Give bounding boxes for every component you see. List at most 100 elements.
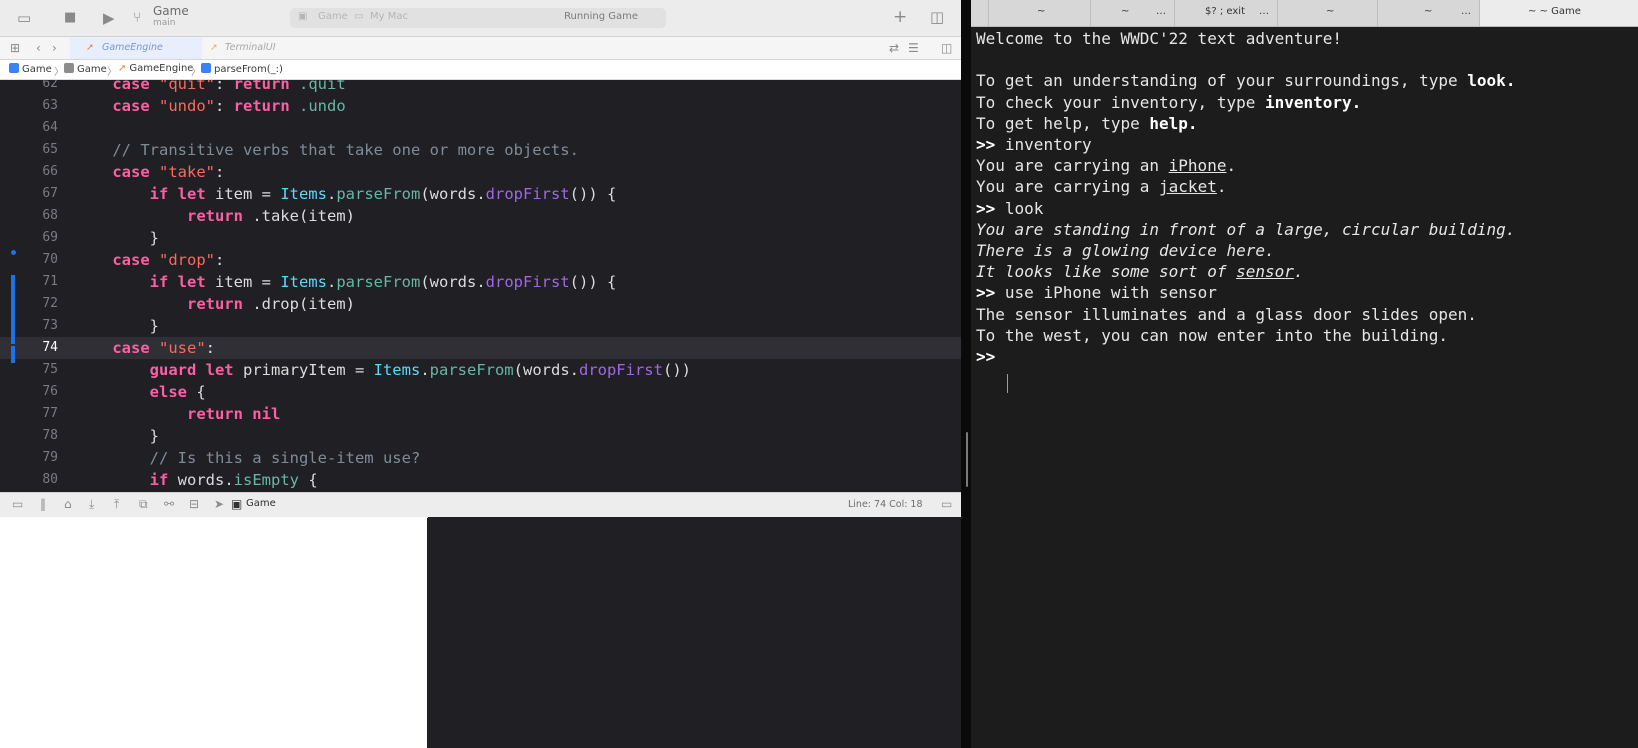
- code-line[interactable]: 64: [0, 117, 961, 139]
- back-icon[interactable]: ‹: [36, 40, 41, 56]
- grid-icon[interactable]: ⊞: [10, 40, 20, 56]
- breadcrumb-item[interactable]: Game: [9, 63, 52, 75]
- code-line[interactable]: 67 if let item = Items.parseFrom(words.d…: [0, 183, 961, 205]
- terminal-tab[interactable]: ~…: [1091, 0, 1175, 26]
- terminal-line: Welcome to the WWDC'22 text adventure!: [976, 28, 1342, 49]
- line-number: 74: [42, 340, 58, 355]
- step-out-icon[interactable]: ⤒: [114, 497, 119, 512]
- code-line[interactable]: 73 }: [0, 315, 961, 337]
- debug-target[interactable]: Game: [246, 498, 276, 509]
- environment-icon[interactable]: ⊟: [189, 497, 199, 511]
- terminal-text: The sensor illuminates and a glass door …: [976, 304, 1477, 324]
- pause-icon[interactable]: ‖: [40, 497, 46, 511]
- breadcrumb-item[interactable]: parseFrom(_:): [201, 63, 283, 75]
- debug-bar: ▭ ‖ ⌂ ⤓ ⤒ ⧉ ⚯ ⊟ ➤ ▣ Game Line: 74 Col: 1…: [0, 492, 961, 518]
- run-destination[interactable]: My Mac: [370, 11, 408, 22]
- code-line[interactable]: 63 case "undo": return .undo: [0, 95, 961, 117]
- memory-graph-icon[interactable]: ⧉: [139, 497, 148, 512]
- code-line[interactable]: 80 if words.isEmpty {: [0, 469, 961, 491]
- code-token: }: [75, 229, 159, 247]
- console-view[interactable]: [428, 517, 961, 748]
- line-number: 63: [42, 98, 58, 113]
- stop-icon[interactable]: ■: [64, 10, 76, 26]
- code-token: ()): [662, 361, 691, 379]
- code-line[interactable]: 77 return nil: [0, 403, 961, 425]
- code-token: }: [75, 427, 159, 445]
- sidebar-toggle-icon[interactable]: ▭: [17, 10, 31, 26]
- refresh-icon[interactable]: ⇄: [889, 40, 899, 56]
- code-token: guard let: [149, 361, 243, 379]
- terminal-text: To get help, type: [976, 113, 1150, 133]
- terminal-text: sensor: [1236, 262, 1294, 282]
- code-text: }: [75, 315, 159, 337]
- code-line[interactable]: 78 }: [0, 425, 961, 447]
- code-text: return .drop(item): [75, 293, 355, 315]
- line-number: 75: [42, 362, 58, 377]
- code-line[interactable]: 75 guard let primaryItem = Items.parseFr…: [0, 359, 961, 381]
- tab-gameengine[interactable]: ➚ GameEngine: [70, 37, 202, 59]
- code-token: :: [215, 97, 234, 115]
- code-token: parseFrom: [336, 273, 421, 291]
- code-line[interactable]: 76 else {: [0, 381, 961, 403]
- code-line[interactable]: 66 case "take":: [0, 161, 961, 183]
- ellipsis-icon: …: [1156, 6, 1166, 17]
- terminal-icon: ▣: [298, 11, 308, 22]
- change-bar: [11, 275, 15, 344]
- code-token: :: [215, 251, 225, 269]
- code-line[interactable]: 65 // Transitive verbs that take one or …: [0, 139, 961, 161]
- code-token: (words.: [420, 185, 486, 203]
- view-hierarchy-icon[interactable]: ⚯: [164, 497, 174, 511]
- terminal-text: .: [1216, 177, 1227, 197]
- source-editor[interactable]: 62 case "quit": return .quit 63 case "und…: [0, 80, 961, 492]
- terminal-tab[interactable]: ~…: [1378, 0, 1480, 26]
- terminal-line: It looks like some sort of sensor.: [976, 261, 1304, 282]
- code-line[interactable]: 70 case "drop":: [0, 249, 961, 271]
- add-icon[interactable]: +: [893, 9, 907, 26]
- code-line[interactable]: 72 return .drop(item): [0, 293, 961, 315]
- terminal-tab[interactable]: ~: [1278, 0, 1378, 26]
- variables-view[interactable]: [0, 517, 427, 748]
- terminal-text: There is a glowing device here.: [976, 241, 1275, 260]
- terminal-text: >>: [976, 135, 1005, 154]
- inspector-toggle-icon[interactable]: ◫: [930, 9, 944, 25]
- run-icon[interactable]: ▶: [103, 10, 115, 26]
- divider-handle[interactable]: [966, 432, 968, 487]
- terminal-text: >>: [976, 347, 1005, 366]
- breadcrumb-item[interactable]: Game: [64, 63, 107, 75]
- code-line[interactable]: 68 return .take(item): [0, 205, 961, 227]
- code-text: if words.isEmpty {: [75, 469, 318, 491]
- panel-toggle-icon[interactable]: ▭: [941, 497, 952, 511]
- location-icon[interactable]: ➤: [214, 497, 224, 511]
- code-text: return .take(item): [75, 205, 355, 227]
- text-cursor: [1007, 374, 1008, 393]
- code-line[interactable]: 79 // Is this a single-item use?: [0, 447, 961, 469]
- breadcrumb-item[interactable]: ➚ GameEngine: [118, 63, 193, 74]
- split-divider[interactable]: [961, 0, 971, 748]
- terminal-tab[interactable]: $? ; exit…: [1175, 0, 1278, 26]
- code-line[interactable]: 74 case "use":: [0, 337, 961, 359]
- scheme-name[interactable]: Game: [153, 4, 189, 18]
- code-line[interactable]: 69 }: [0, 227, 961, 249]
- hide-debug-icon[interactable]: ▭: [12, 497, 23, 511]
- branch-icon: ⑂: [133, 10, 142, 26]
- code-line[interactable]: 62 case "quit": return .quit: [0, 80, 961, 95]
- line-number: 67: [42, 186, 58, 201]
- forward-icon[interactable]: ›: [52, 40, 57, 56]
- code-line[interactable]: 71 if let item = Items.parseFrom(words.d…: [0, 271, 961, 293]
- activity-view[interactable]: ▣ Game ▭ My Mac Running Game: [290, 8, 666, 28]
- terminal-tab[interactable]: ~: [989, 0, 1091, 26]
- tab-terminalui[interactable]: ➚ TerminalUI: [202, 37, 334, 59]
- step-over-icon[interactable]: ⌂: [64, 497, 72, 511]
- step-into-icon[interactable]: ⤓: [89, 497, 94, 512]
- terminal-tab[interactable]: [971, 0, 989, 26]
- code-token: .quit: [299, 80, 346, 93]
- terminal-output[interactable]: Welcome to the WWDC'22 text adventure! To…: [971, 26, 1638, 748]
- code-text: case "use":: [75, 337, 215, 359]
- terminal-tab-active[interactable]: ~ ~ Game: [1480, 0, 1638, 26]
- scheme-destination[interactable]: Game: [318, 11, 348, 22]
- editor-options-icon[interactable]: ☰: [908, 40, 919, 56]
- code-token: .: [326, 185, 337, 203]
- split-editor-icon[interactable]: ◫: [941, 40, 952, 56]
